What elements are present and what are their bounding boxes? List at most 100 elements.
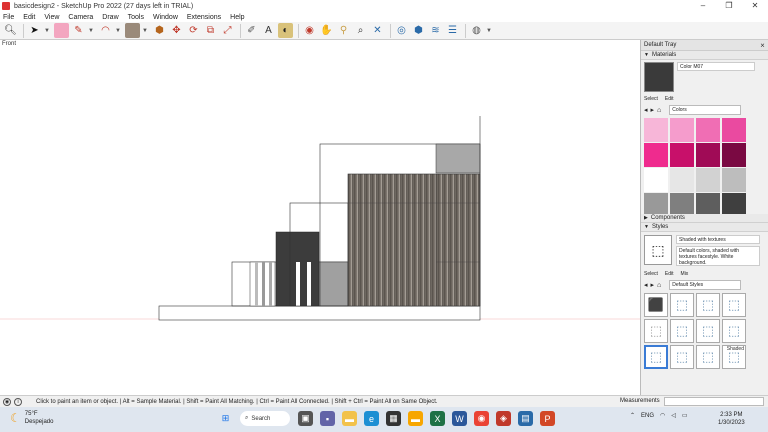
home-icon[interactable]: ⌂ xyxy=(657,107,661,114)
menu-edit[interactable]: Edit xyxy=(23,14,35,21)
menu-file[interactable]: File xyxy=(3,14,14,21)
scale-icon[interactable]: ⤢ xyxy=(220,23,235,38)
style-tile[interactable]: ⬚ xyxy=(696,345,720,369)
chevron-down-icon[interactable]: ▼ xyxy=(88,23,94,38)
pan-icon[interactable]: ✋ xyxy=(319,23,334,38)
material-swatch[interactable] xyxy=(670,168,694,192)
volume-icon[interactable]: ◁ xyxy=(671,412,676,419)
edge-icon[interactable]: e xyxy=(364,411,379,426)
zoom-extents-icon[interactable]: ✕ xyxy=(370,23,385,38)
tape-measure-icon[interactable]: ✐ xyxy=(244,23,259,38)
material-swatch[interactable] xyxy=(696,118,720,142)
forward-icon[interactable]: ▸ xyxy=(651,106,655,114)
tab-mix[interactable]: Mix xyxy=(681,271,689,277)
tray-close-icon[interactable]: ⨯ xyxy=(760,42,765,49)
select-icon[interactable]: ➤ xyxy=(27,23,42,38)
material-swatch[interactable] xyxy=(696,143,720,167)
menu-camera[interactable]: Camera xyxy=(68,14,93,21)
account-icon[interactable]: ◍ xyxy=(469,23,484,38)
sketchup-taskbar-icon[interactable]: ◈ xyxy=(496,411,511,426)
style-name-field[interactable]: Shaded with textures xyxy=(676,235,760,244)
chevron-down-icon[interactable]: ▼ xyxy=(142,23,148,38)
chevron-down-icon[interactable]: ▼ xyxy=(486,23,492,38)
tab-select[interactable]: Select xyxy=(644,271,658,277)
info-icon[interactable]: i xyxy=(14,397,22,406)
chevron-up-icon[interactable]: ⌃ xyxy=(630,412,635,419)
battery-icon[interactable]: ▭ xyxy=(682,412,688,419)
taskbar-search[interactable]: ⌕ Search xyxy=(240,411,290,426)
forward-icon[interactable]: ▸ xyxy=(651,281,655,289)
files-icon[interactable]: ▬ xyxy=(408,411,423,426)
home-icon[interactable]: ⌂ xyxy=(657,282,661,289)
chevron-down-icon[interactable]: ▼ xyxy=(44,23,50,38)
language-indicator[interactable]: ENG xyxy=(641,413,654,419)
materials-section-header[interactable]: ▼ Materials xyxy=(641,51,768,60)
extension-icon[interactable]: ⬢ xyxy=(411,23,426,38)
zoom-window-icon[interactable]: ⌕ xyxy=(353,23,368,38)
style-tile[interactable]: ⬚ xyxy=(670,345,694,369)
geolocation-icon[interactable]: ◉ xyxy=(3,397,11,406)
style-tile[interactable]: ⬚ xyxy=(696,293,720,317)
menu-window[interactable]: Window xyxy=(153,14,178,21)
styles-section-header[interactable]: ▼ Styles xyxy=(641,223,768,232)
minimize-button[interactable]: – xyxy=(690,0,716,12)
move-icon[interactable]: ✥ xyxy=(169,23,184,38)
wifi-icon[interactable]: ◠ xyxy=(660,412,665,419)
material-swatch[interactable] xyxy=(696,193,720,214)
close-button[interactable]: ✕ xyxy=(742,0,768,12)
back-icon[interactable]: ◂ xyxy=(644,106,648,114)
material-swatch[interactable] xyxy=(670,118,694,142)
model-viewport[interactable]: Front xyxy=(0,40,640,395)
task-view-icon[interactable]: ▣ xyxy=(298,411,313,426)
style-tile[interactable]: ⬚ xyxy=(644,319,668,343)
push-pull-icon[interactable]: ⬢ xyxy=(152,23,167,38)
style-tile[interactable]: ⬚ xyxy=(670,319,694,343)
menu-view[interactable]: View xyxy=(44,14,59,21)
maximize-button[interactable]: ❐ xyxy=(716,0,742,12)
powerpoint-icon[interactable]: P xyxy=(540,411,555,426)
pencil-icon[interactable]: ✎ xyxy=(71,23,86,38)
rotate-icon[interactable]: ⟳ xyxy=(186,23,201,38)
menu-tools[interactable]: Tools xyxy=(128,14,144,21)
measurements-input[interactable] xyxy=(664,397,764,406)
store-icon[interactable]: ▦ xyxy=(386,411,401,426)
tab-edit[interactable]: Edit xyxy=(665,271,674,277)
layers-icon[interactable]: ≋ xyxy=(428,23,443,38)
text-icon[interactable]: A xyxy=(261,23,276,38)
walk-icon[interactable]: ⚲ xyxy=(336,23,351,38)
eraser-icon[interactable] xyxy=(54,23,69,38)
word-icon[interactable]: W xyxy=(452,411,467,426)
paint-icon[interactable]: ◐ xyxy=(278,23,293,38)
windows-start-icon[interactable]: ⊞ xyxy=(218,411,233,426)
styles-library-dropdown[interactable]: Default Styles xyxy=(669,280,742,290)
material-swatch[interactable] xyxy=(644,168,668,192)
tab-select[interactable]: Select xyxy=(644,96,658,102)
material-swatch[interactable] xyxy=(696,168,720,192)
photos-icon[interactable]: ▤ xyxy=(518,411,533,426)
stack-icon[interactable]: ☰ xyxy=(445,23,460,38)
chevron-down-icon[interactable]: ▼ xyxy=(115,23,121,38)
style-tile[interactable]: ⬚ xyxy=(722,293,746,317)
style-tile-shaded[interactable]: Shaded ⬚ xyxy=(722,345,746,369)
excel-icon[interactable]: X xyxy=(430,411,445,426)
material-name-field[interactable]: Color M07 xyxy=(677,62,755,71)
material-swatch[interactable] xyxy=(722,168,746,192)
zoom-icon[interactable]: 🔍︎ xyxy=(3,23,18,38)
style-tile[interactable]: ⬚ xyxy=(696,319,720,343)
material-swatch[interactable] xyxy=(670,193,694,214)
shape-icon[interactable]: ◠ xyxy=(98,23,113,38)
menu-help[interactable]: Help xyxy=(230,14,244,21)
taskbar-clock[interactable]: 2:33 PM 1/30/2023 xyxy=(718,411,745,427)
teams-icon[interactable]: ▪ xyxy=(320,411,335,426)
material-swatch[interactable] xyxy=(722,193,746,214)
weather-widget[interactable]: ☾ 75°F Despejado xyxy=(10,410,53,426)
components-section-header[interactable]: ▶ Components xyxy=(641,214,768,223)
warehouse-icon[interactable]: ◎ xyxy=(394,23,409,38)
style-tile[interactable]: ⬚ xyxy=(722,319,746,343)
style-tile[interactable]: ⬛ xyxy=(644,293,668,317)
material-swatch[interactable] xyxy=(644,118,668,142)
paint-bucket-icon[interactable] xyxy=(125,23,140,38)
style-tile-selected[interactable]: ⬚ xyxy=(644,345,668,369)
material-swatch[interactable] xyxy=(644,143,668,167)
chrome-icon[interactable]: ◉ xyxy=(474,411,489,426)
